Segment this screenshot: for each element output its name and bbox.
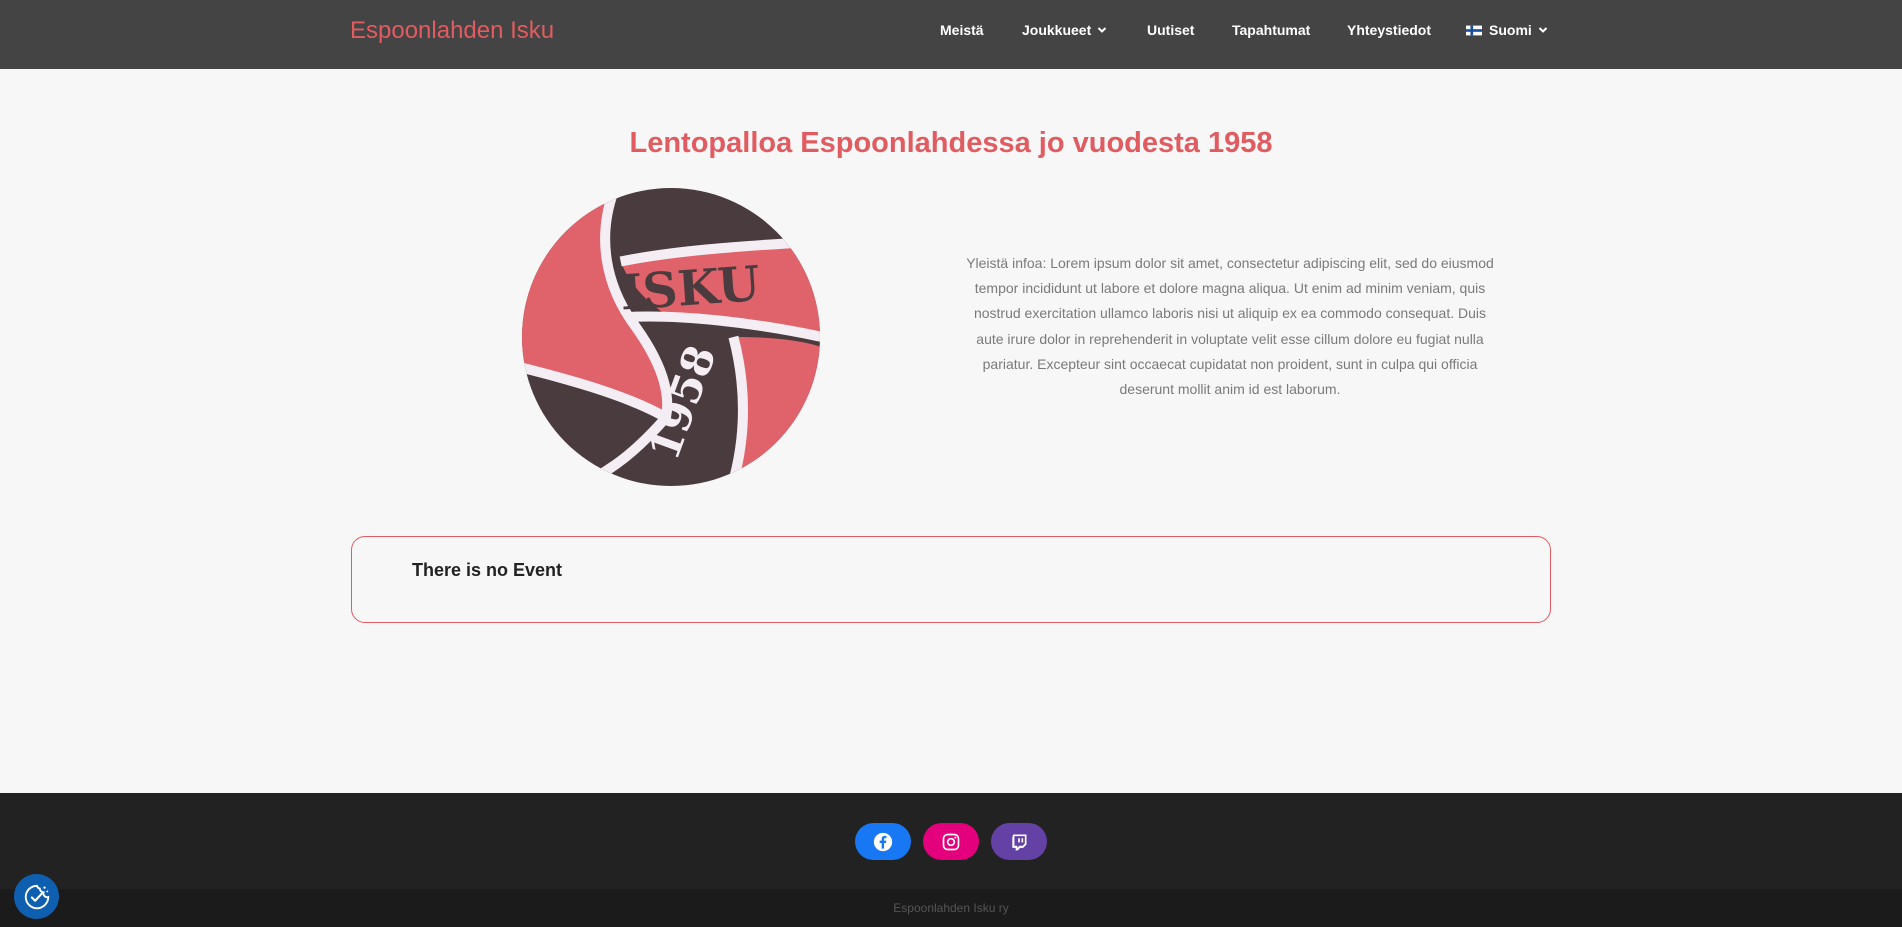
copyright-text: Espoonlahden Isku ry — [893, 901, 1009, 915]
nav-item-yhteystiedot[interactable]: Yhteystiedot — [1347, 20, 1431, 40]
nav-item-label: Joukkueet — [1022, 22, 1092, 38]
site-footer — [0, 793, 1902, 889]
nav-item-tapahtumat[interactable]: Tapahtumat — [1232, 20, 1310, 40]
nav-item-label: Uutiset — [1147, 22, 1195, 38]
site-header: Espoonlahden Isku Meistä Joukkueet Uutis… — [0, 0, 1902, 69]
nav-item-meista[interactable]: Meistä — [940, 20, 984, 40]
facebook-icon — [873, 832, 893, 851]
club-logo: ISKU 1958 — [522, 188, 820, 486]
general-info-text: Yleistä infoa: Lorem ipsum dolor sit ame… — [966, 255, 1494, 398]
facebook-link[interactable] — [855, 823, 911, 860]
no-event-message: There is no Event — [412, 560, 563, 580]
instagram-link[interactable] — [923, 823, 979, 860]
nav-item-label: Meistä — [940, 22, 984, 38]
language-selector[interactable]: Suomi — [1466, 20, 1548, 40]
instagram-icon — [942, 833, 960, 850]
twitch-link[interactable] — [991, 823, 1047, 860]
page-title: Lentopalloa Espoonlahdessa jo vuodesta 1… — [629, 127, 1273, 159]
bottom-bar: Espoonlahden Isku ry — [0, 889, 1902, 927]
language-label: Suomi — [1489, 22, 1532, 38]
event-box: There is no Event — [351, 536, 1551, 623]
logo-text: ISKU — [618, 256, 761, 322]
twitch-icon — [1012, 834, 1027, 850]
nav-item-label: Yhteystiedot — [1347, 22, 1432, 38]
finland-flag-icon — [1466, 25, 1482, 35]
chevron-down-icon — [1098, 27, 1107, 33]
nav-item-joukkueet[interactable]: Joukkueet — [1022, 20, 1107, 40]
chevron-down-icon — [1538, 27, 1547, 33]
cookie-consent-icon — [24, 884, 49, 909]
nav-item-label: Tapahtumat — [1232, 22, 1311, 38]
nav-item-uutiset[interactable]: Uutiset — [1147, 20, 1194, 40]
cookie-consent-button[interactable] — [14, 874, 59, 919]
main-nav: Meistä Joukkueet Uutiset Tapahtumat Yhte… — [0, 20, 1902, 42]
